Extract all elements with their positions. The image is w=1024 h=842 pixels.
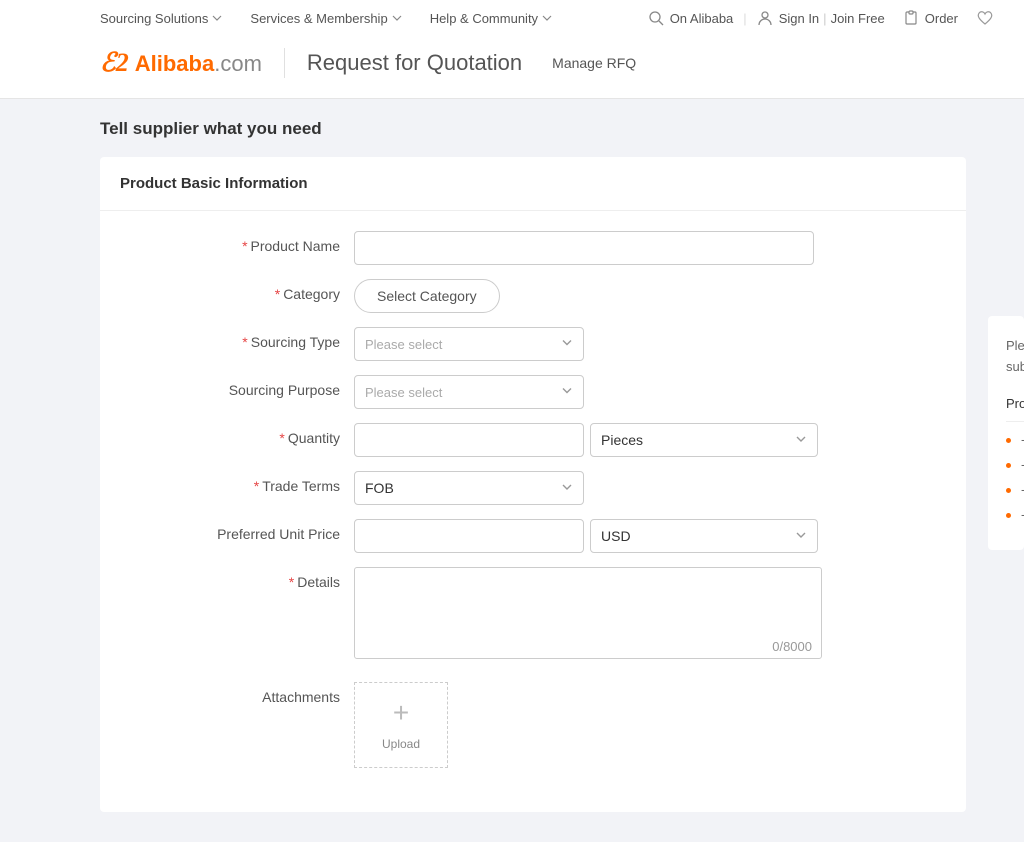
topnav-label: Sourcing Solutions [100, 11, 208, 26]
unit-price-input[interactable] [354, 519, 584, 553]
sidebar-list-item: - P [1006, 432, 1024, 447]
join-free-link[interactable]: | Join Free [823, 11, 885, 26]
alibaba-logo[interactable]: ℰ2 Alibaba.com [100, 48, 262, 78]
row-trade-terms: *Trade Terms FOB [120, 471, 946, 505]
topnav-help-community[interactable]: Help & Community [430, 11, 552, 26]
label-sourcing-purpose: Sourcing Purpose [120, 375, 354, 398]
on-alibaba-link[interactable]: On Alibaba [648, 10, 734, 26]
chevron-down-icon [561, 337, 573, 352]
sourcing-purpose-select[interactable]: Please select [354, 375, 584, 409]
trade-terms-select[interactable]: FOB [354, 471, 584, 505]
header-divider [284, 48, 285, 78]
heart-icon [976, 10, 994, 26]
sourcing-type-select[interactable]: Please select [354, 327, 584, 361]
row-product-name: *Product Name [120, 231, 946, 265]
logo-mark: ℰ2 [100, 48, 129, 78]
topnav-label: Services & Membership [250, 11, 387, 26]
required-star: * [242, 334, 247, 350]
card-header: Product Basic Information [100, 157, 966, 211]
chevron-down-icon [561, 385, 573, 400]
page-title: Request for Quotation [307, 50, 522, 76]
sidebar-list-item: - S [1006, 457, 1024, 472]
label-category: *Category [120, 279, 354, 302]
required-star: * [275, 286, 280, 302]
join-free-label: Join Free [831, 11, 885, 26]
label-quantity: *Quantity [120, 423, 354, 446]
search-icon [648, 10, 664, 26]
separator: | [823, 11, 826, 26]
quantity-unit-select[interactable]: Pieces [590, 423, 818, 457]
logo-text: Alibaba [135, 51, 214, 76]
logo-suffix: .com [214, 51, 262, 76]
select-category-button[interactable]: Select Category [354, 279, 500, 313]
upload-label: Upload [382, 737, 420, 751]
label-attachments: Attachments [120, 682, 354, 705]
page-header: ℰ2 Alibaba.com Request for Quotation Man… [0, 36, 1024, 99]
upload-button[interactable]: + Upload [354, 682, 448, 768]
chevron-down-icon [795, 432, 807, 448]
section-heading: Tell supplier what you need [100, 119, 966, 139]
topnav-label: Help & Community [430, 11, 538, 26]
label-sourcing-type: *Sourcing Type [120, 327, 354, 350]
chevron-down-icon [212, 13, 222, 23]
order-link[interactable]: Order [903, 10, 958, 26]
card-body: *Product Name *Category Select Category [100, 211, 966, 812]
manage-rfq-link[interactable]: Manage RFQ [552, 55, 636, 71]
sign-in-link[interactable]: Sign In [757, 10, 819, 26]
row-sourcing-purpose: Sourcing Purpose Please select [120, 375, 946, 409]
sidebar-list-item: - D [1006, 507, 1024, 522]
required-star: * [279, 430, 284, 446]
sidebar-list: - P - S - Q - D [1006, 432, 1024, 522]
top-utility-bar: Sourcing Solutions Services & Membership… [0, 0, 1024, 36]
row-quantity: *Quantity Pieces [120, 423, 946, 457]
currency-select[interactable]: USD [590, 519, 818, 553]
chevron-down-icon [795, 528, 807, 544]
on-alibaba-label: On Alibaba [670, 11, 734, 26]
quantity-input[interactable] [354, 423, 584, 457]
sidebar-intro: Plea sub [1006, 336, 1024, 378]
topnav-sourcing-solutions[interactable]: Sourcing Solutions [100, 11, 222, 26]
topnav-services-membership[interactable]: Services & Membership [250, 11, 401, 26]
plus-icon: + [393, 699, 409, 727]
sidebar-heading: Produ [1006, 396, 1024, 422]
row-details: *Details 0/8000 [120, 567, 946, 662]
required-star: * [289, 574, 294, 590]
label-product-name: *Product Name [120, 231, 354, 254]
product-basic-info-card: Product Basic Information *Product Name … [100, 157, 966, 812]
label-details: *Details [120, 567, 354, 590]
label-preferred-unit-price: Preferred Unit Price [120, 519, 354, 542]
clipboard-icon [903, 10, 919, 26]
required-star: * [242, 238, 247, 254]
order-label: Order [925, 11, 958, 26]
row-attachments: Attachments + Upload [120, 682, 946, 768]
row-category: *Category Select Category [120, 279, 946, 313]
char-count: 0/8000 [772, 639, 812, 654]
card-title: Product Basic Information [120, 175, 946, 192]
label-trade-terms: *Trade Terms [120, 471, 354, 494]
sign-in-label: Sign In [779, 11, 819, 26]
chevron-down-icon [542, 13, 552, 23]
main-content: Tell supplier what you need Product Basi… [0, 99, 1024, 842]
chevron-down-icon [392, 13, 402, 23]
row-sourcing-type: *Sourcing Type Please select [120, 327, 946, 361]
favorites-link[interactable] [976, 10, 994, 26]
product-name-input[interactable] [354, 231, 814, 265]
separator: | [743, 11, 746, 26]
required-star: * [254, 478, 259, 494]
row-preferred-unit-price: Preferred Unit Price USD [120, 519, 946, 553]
completeness-sidebar: Plea sub Produ - P - S - Q - D [988, 316, 1024, 550]
chevron-down-icon [561, 480, 573, 496]
sidebar-list-item: - Q [1006, 482, 1024, 497]
details-textarea[interactable] [354, 567, 822, 659]
user-icon [757, 10, 773, 26]
